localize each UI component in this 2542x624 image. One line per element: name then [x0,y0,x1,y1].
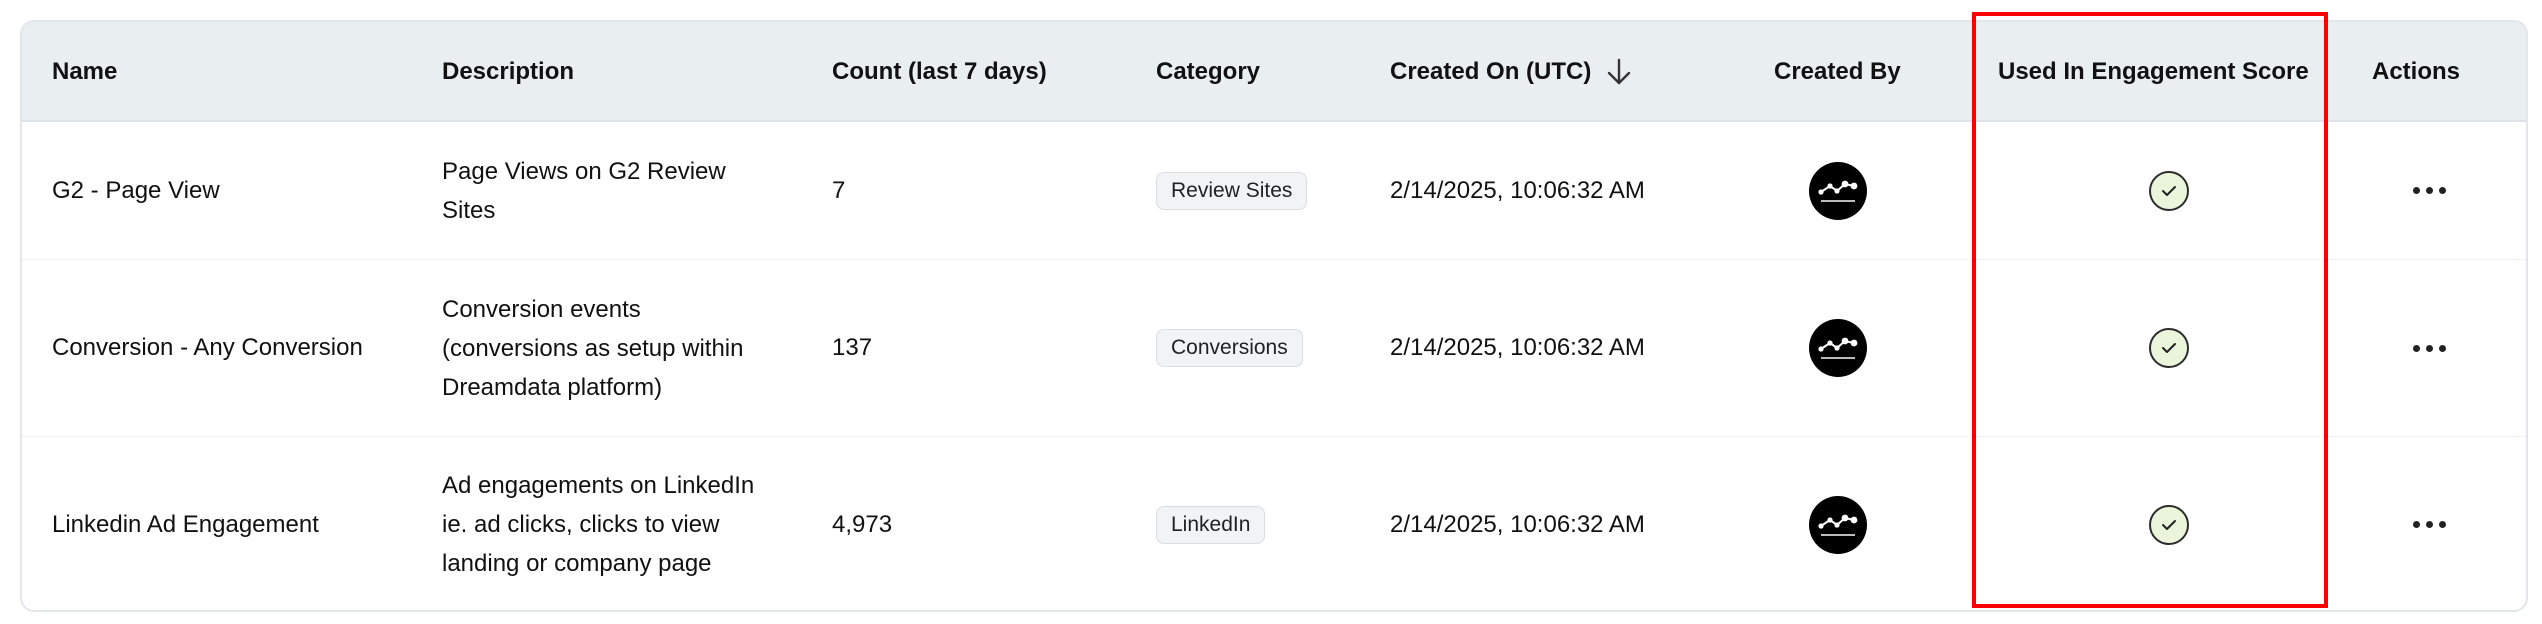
created-on: 2/14/2025, 10:06:32 AM [1390,334,1645,361]
column-header-count[interactable]: Count (last 7 days) [832,22,1047,122]
column-header-engagement-score[interactable]: Used In Engagement Score [1998,22,2309,122]
table-row[interactable]: G2 - Page View Page Views on G2 Review S… [22,122,2526,260]
check-icon [2149,328,2189,368]
event-count: 7 [832,176,846,204]
event-description: Ad engagements on LinkedIn ie. ad clicks… [442,472,755,577]
event-count: 137 [832,334,873,361]
arrow-down-icon[interactable] [1605,57,1633,87]
check-icon [2149,170,2189,211]
created-on: 2/14/2025, 10:06:32 AM [1390,510,1645,538]
engagement-cell [2149,437,2189,610]
table-row[interactable]: Linkedin Ad Engagement Ad engagements on… [22,437,2526,610]
actions-cell [2413,260,2446,436]
category-cell: LinkedIn [1156,437,1266,610]
event-name: G2 - Page View [52,176,220,204]
event-count: 4,973 [832,510,893,538]
dreamdata-logo-avatar [1809,319,1867,377]
engagement-cell [2149,122,2189,259]
dreamdata-logo-avatar [1809,495,1867,554]
category-cell: Review Sites [1156,122,1308,259]
category-cell: Conversions [1156,260,1303,436]
table-row[interactable]: Conversion - Any Conversion Conversion e… [22,260,2526,437]
column-header-created-on-label: Created On (UTC) [1390,58,1592,85]
event-name: Conversion - Any Conversion [52,334,363,361]
created-by-cell [1809,260,1867,436]
category-chip: Review Sites [1156,171,1308,210]
column-header-created-by[interactable]: Created By [1774,22,1901,122]
engagement-cell [2149,260,2189,436]
more-horizontal-icon[interactable] [2413,344,2446,352]
events-table: Name Description Count (last 7 days) Cat… [20,20,2528,612]
column-header-description[interactable]: Description [442,22,574,122]
more-horizontal-icon[interactable] [2413,187,2446,194]
column-header-created-on[interactable]: Created On (UTC) [1390,22,1633,122]
actions-cell [2413,437,2446,610]
column-header-category[interactable]: Category [1156,22,1260,122]
table-header: Name Description Count (last 7 days) Cat… [22,22,2526,122]
category-chip: Conversions [1156,329,1303,367]
more-horizontal-icon[interactable] [2413,521,2446,528]
actions-cell [2413,122,2446,259]
event-description: Page Views on G2 Review Sites [442,157,726,224]
event-description: Conversion events (conversions as setup … [442,295,744,401]
column-header-name[interactable]: Name [52,22,117,122]
column-header-actions: Actions [2372,58,2461,85]
category-chip: LinkedIn [1156,505,1266,544]
dreamdata-logo-avatar [1809,161,1867,220]
check-icon [2149,504,2189,545]
event-name: Linkedin Ad Engagement [52,510,319,538]
created-by-cell [1809,122,1867,259]
created-by-cell [1809,437,1867,610]
created-on: 2/14/2025, 10:06:32 AM [1390,176,1645,204]
